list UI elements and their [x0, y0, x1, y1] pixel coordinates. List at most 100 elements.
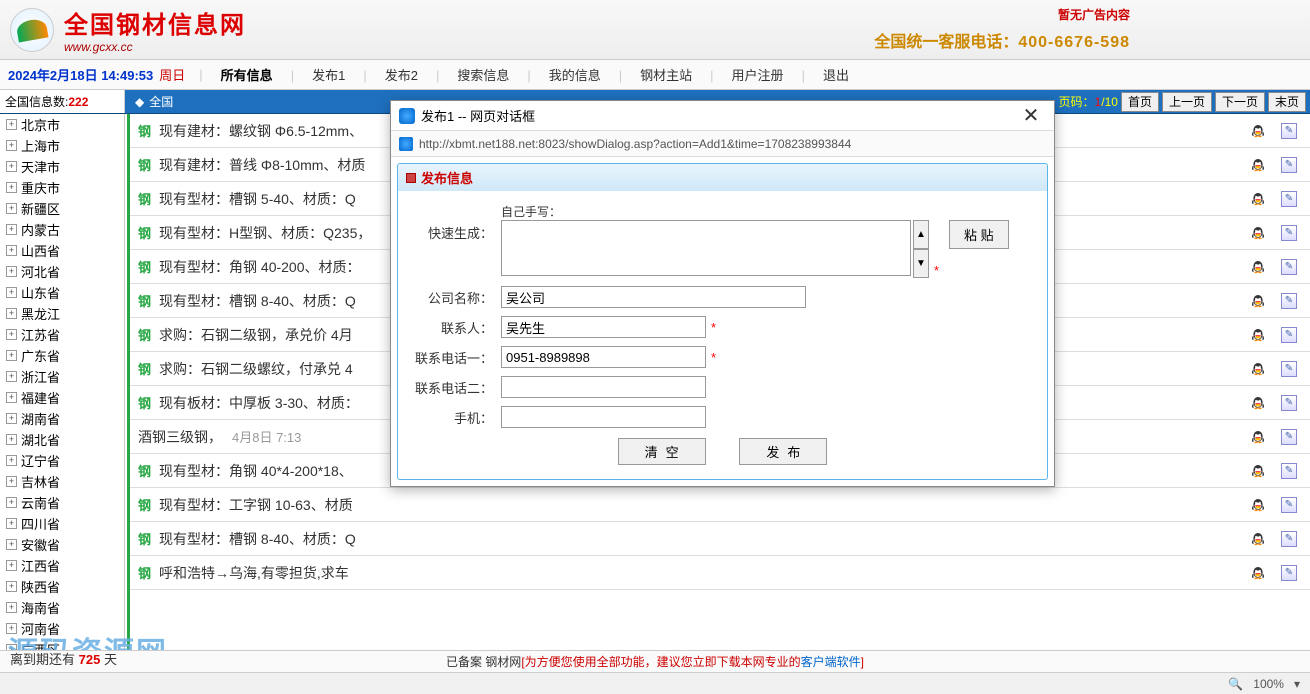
sidebar-item[interactable]: +黑龙江	[0, 303, 124, 324]
expand-icon[interactable]: +	[6, 308, 17, 319]
qq-icon[interactable]	[1250, 225, 1266, 241]
expand-icon[interactable]: +	[6, 455, 17, 466]
edit-icon[interactable]: ✎	[1281, 531, 1297, 547]
expand-icon[interactable]: +	[6, 434, 17, 445]
sidebar-item[interactable]: +新疆区	[0, 198, 124, 219]
expand-icon[interactable]: +	[6, 560, 17, 571]
clear-button[interactable]: 清空	[618, 438, 706, 465]
mobile-input[interactable]	[501, 406, 706, 428]
expand-icon[interactable]: +	[6, 497, 17, 508]
qq-icon[interactable]	[1250, 157, 1266, 173]
expand-icon[interactable]: +	[6, 245, 17, 256]
edit-icon[interactable]: ✎	[1281, 327, 1297, 343]
nav-item[interactable]: 我的信息	[549, 68, 601, 83]
expand-icon[interactable]: +	[6, 119, 17, 130]
sidebar-item[interactable]: +陕西省	[0, 576, 124, 597]
edit-icon[interactable]: ✎	[1281, 463, 1297, 479]
client-download-link[interactable]: 客户端软件	[801, 653, 861, 670]
nav-item[interactable]: 搜索信息	[457, 68, 509, 83]
nav-item[interactable]: 退出	[823, 68, 849, 83]
list-row[interactable]: 钢呼和浩特→乌海,有零担货,求车✎	[130, 556, 1310, 590]
sidebar-item[interactable]: +吉林省	[0, 471, 124, 492]
edit-icon[interactable]: ✎	[1281, 157, 1297, 173]
edit-icon[interactable]: ✎	[1281, 395, 1297, 411]
prev-page-button[interactable]: 上一页	[1162, 92, 1212, 112]
nav-item[interactable]: 钢材主站	[640, 68, 692, 83]
edit-icon[interactable]: ✎	[1281, 361, 1297, 377]
sidebar-item[interactable]: +河南省	[0, 618, 124, 639]
phone2-input[interactable]	[501, 376, 706, 398]
textarea-down-button[interactable]: ▼	[913, 249, 929, 278]
sidebar-item[interactable]: +湖南省	[0, 408, 124, 429]
sidebar-item[interactable]: +辽宁省	[0, 450, 124, 471]
sidebar-item[interactable]: +河北省	[0, 261, 124, 282]
edit-icon[interactable]: ✎	[1281, 123, 1297, 139]
sidebar-item[interactable]: +浙江省	[0, 366, 124, 387]
qq-icon[interactable]	[1250, 497, 1266, 513]
qq-icon[interactable]	[1250, 565, 1266, 581]
list-row[interactable]: 钢现有型材：槽钢 8-40、材质：Q✎	[130, 522, 1310, 556]
qq-icon[interactable]	[1250, 123, 1266, 139]
list-row[interactable]: 钢现有型材：工字钢 10-63、材质✎	[130, 488, 1310, 522]
sidebar-item[interactable]: +山东省	[0, 282, 124, 303]
company-input[interactable]	[501, 286, 806, 308]
zoom-dropdown-icon[interactable]: ▾	[1294, 677, 1300, 691]
nav-item[interactable]: 所有信息	[221, 68, 273, 83]
sidebar-item[interactable]: +北京市	[0, 114, 124, 135]
phone1-input[interactable]	[501, 346, 706, 368]
nav-item[interactable]: 用户注册	[732, 68, 784, 83]
edit-icon[interactable]: ✎	[1281, 259, 1297, 275]
sidebar-item[interactable]: +广东省	[0, 345, 124, 366]
next-page-button[interactable]: 下一页	[1215, 92, 1265, 112]
nav-item[interactable]: 发布2	[385, 68, 418, 83]
close-icon[interactable]: ✕	[1016, 103, 1046, 128]
last-page-button[interactable]: 末页	[1268, 92, 1306, 112]
edit-icon[interactable]: ✎	[1281, 429, 1297, 445]
qq-icon[interactable]	[1250, 259, 1266, 275]
expand-icon[interactable]: +	[6, 182, 17, 193]
expand-icon[interactable]: +	[6, 287, 17, 298]
expand-icon[interactable]: +	[6, 602, 17, 613]
edit-icon[interactable]: ✎	[1281, 293, 1297, 309]
qq-icon[interactable]	[1250, 361, 1266, 377]
expand-icon[interactable]: +	[6, 581, 17, 592]
qq-icon[interactable]	[1250, 531, 1266, 547]
qq-icon[interactable]	[1250, 429, 1266, 445]
expand-icon[interactable]: +	[6, 140, 17, 151]
expand-icon[interactable]: +	[6, 413, 17, 424]
nav-item[interactable]: 发布1	[312, 68, 345, 83]
qq-icon[interactable]	[1250, 395, 1266, 411]
sidebar-item[interactable]: +云南省	[0, 492, 124, 513]
sidebar-item[interactable]: +江西省	[0, 555, 124, 576]
paste-button[interactable]: 粘 贴	[949, 220, 1009, 249]
textarea-up-button[interactable]: ▲	[913, 220, 929, 249]
qq-icon[interactable]	[1250, 293, 1266, 309]
sidebar-item[interactable]: +山西省	[0, 240, 124, 261]
sidebar-item[interactable]: +安徽省	[0, 534, 124, 555]
edit-icon[interactable]: ✎	[1281, 497, 1297, 513]
expand-icon[interactable]: +	[6, 539, 17, 550]
sidebar-item[interactable]: +上海市	[0, 135, 124, 156]
expand-icon[interactable]: +	[6, 203, 17, 214]
qq-icon[interactable]	[1250, 327, 1266, 343]
expand-icon[interactable]: +	[6, 371, 17, 382]
sidebar-item[interactable]: +重庆市	[0, 177, 124, 198]
sidebar-item[interactable]: +福建省	[0, 387, 124, 408]
sidebar-item[interactable]: +内蒙古	[0, 219, 124, 240]
publish-button[interactable]: 发布	[739, 438, 827, 465]
sidebar-item[interactable]: +湖北省	[0, 429, 124, 450]
sidebar-item[interactable]: +江苏省	[0, 324, 124, 345]
qq-icon[interactable]	[1250, 191, 1266, 207]
edit-icon[interactable]: ✎	[1281, 191, 1297, 207]
sidebar-item[interactable]: +天津市	[0, 156, 124, 177]
expand-icon[interactable]: +	[6, 350, 17, 361]
quick-gen-input[interactable]	[501, 220, 911, 276]
expand-icon[interactable]: +	[6, 161, 17, 172]
sidebar-item[interactable]: +海南省	[0, 597, 124, 618]
qq-icon[interactable]	[1250, 463, 1266, 479]
expand-icon[interactable]: +	[6, 623, 17, 634]
expand-icon[interactable]: +	[6, 392, 17, 403]
edit-icon[interactable]: ✎	[1281, 225, 1297, 241]
sidebar-item[interactable]: +四川省	[0, 513, 124, 534]
expand-icon[interactable]: +	[6, 224, 17, 235]
